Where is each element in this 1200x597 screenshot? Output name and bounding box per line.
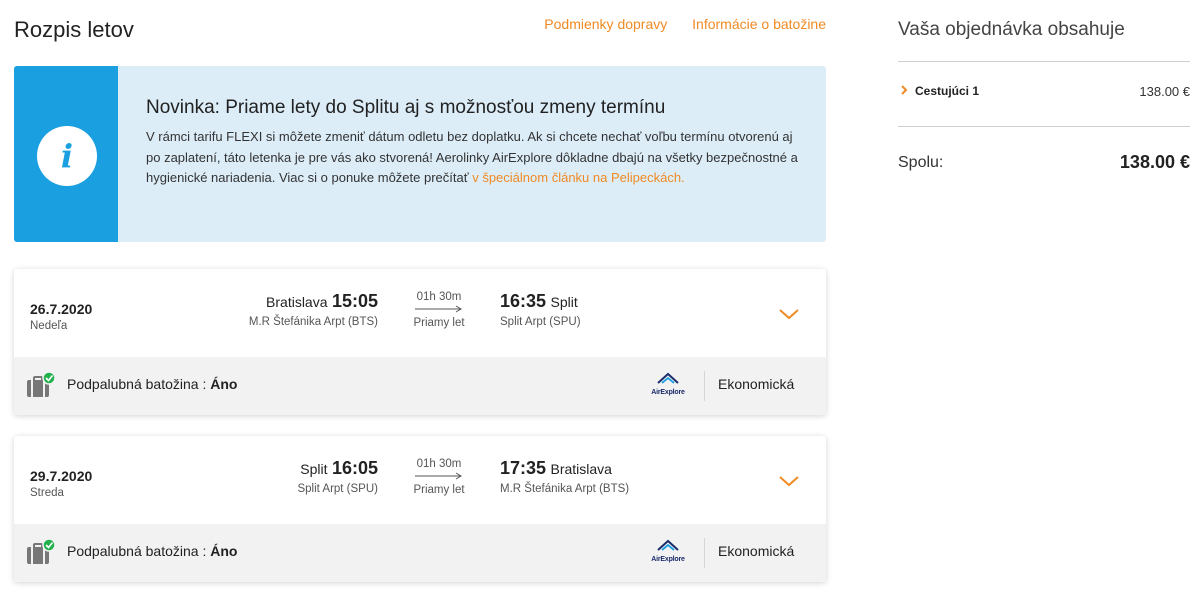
chevron-right-icon[interactable] <box>900 84 908 96</box>
departure-time: 15:05 <box>331 291 378 311</box>
flight-date: 29.7.2020 <box>30 468 93 484</box>
departure-time: 16:05 <box>331 458 378 478</box>
baggage-icon <box>27 538 56 564</box>
chevron-down-icon[interactable] <box>778 474 800 488</box>
info-icon: i <box>37 126 97 186</box>
baggage-value: Áno <box>210 376 238 392</box>
baggage-value: Áno <box>210 543 238 559</box>
flight-card: 29.7.2020 Streda Split 16:05 Split Arpt … <box>14 436 826 582</box>
flight-extras-row: Podpalubná batožina : Áno AirExplore Eko… <box>14 524 826 582</box>
arrival-airport: M.R Štefánika Arpt (BTS) <box>500 483 630 495</box>
arrival-time: 17:35 <box>500 458 547 478</box>
baggage-icon <box>27 371 56 397</box>
arrival: 16:35 Split Split Arpt (SPU) <box>500 291 581 328</box>
passenger-price: 138.00 € <box>1139 84 1190 99</box>
departure: Split 16:05 Split Arpt (SPU) <box>297 458 378 495</box>
airline-logo: AirExplore <box>646 538 690 563</box>
flight-duration: 01h 30m Priamy let <box>406 291 472 329</box>
flight-day: Nedeľa <box>30 320 68 332</box>
airline-logo-icon <box>657 539 679 551</box>
info-banner-title: Novinka: Priame lety do Splitu aj s možn… <box>146 97 666 118</box>
arrow-right-icon <box>415 472 462 480</box>
info-banner-sidebar: i <box>14 66 118 242</box>
divider <box>704 371 705 401</box>
flight-summary-row[interactable]: 29.7.2020 Streda Split 16:05 Split Arpt … <box>14 436 826 524</box>
flight-summary-row[interactable]: 26.7.2020 Nedeľa Bratislava 15:05 M.R Št… <box>14 269 826 357</box>
divider <box>704 538 705 568</box>
arrival-city: Bratislava <box>550 461 612 477</box>
arrival-city: Split <box>550 294 578 310</box>
flight-details-panel: Rozpis letov Podmienky dopravy Informáci… <box>14 0 826 582</box>
flight-extras-row: Podpalubná batožina : Áno AirExplore Eko… <box>14 357 826 415</box>
flight-day: Streda <box>30 487 64 499</box>
baggage-label: Podpalubná batožina : Áno <box>67 543 237 559</box>
departure-city: Split <box>300 461 328 477</box>
info-banner-body: Novinka: Priame lety do Splitu aj s možn… <box>146 97 806 189</box>
baggage-label-text: Podpalubná batožina : <box>67 543 211 559</box>
passenger-row[interactable]: Cestujúci 1 138.00 € <box>898 83 1190 101</box>
total-value: 138.00 € <box>1119 152 1190 172</box>
cabin-class: Ekonomická <box>718 376 795 392</box>
departure-city: Bratislava <box>266 294 328 310</box>
chevron-down-icon[interactable] <box>778 307 800 321</box>
arrival: 17:35 Bratislava M.R Štefánika Arpt (BTS… <box>500 458 629 495</box>
arrow-right-icon <box>415 305 462 313</box>
flight-header: Rozpis letov Podmienky dopravy Informáci… <box>14 0 826 62</box>
flight-card: 26.7.2020 Nedeľa Bratislava 15:05 M.R Št… <box>14 269 826 415</box>
cabin-class: Ekonomická <box>718 543 795 559</box>
arrival-time: 16:35 <box>500 291 547 311</box>
departure: Bratislava 15:05 M.R Štefánika Arpt (BTS… <box>249 291 378 328</box>
flight-type: Priamy let <box>413 317 465 329</box>
flight-type: Priamy let <box>413 484 465 496</box>
passenger-label: Cestujúci 1 <box>915 84 980 98</box>
departure-airport: Split Arpt (SPU) <box>297 483 378 495</box>
baggage-label: Podpalubná batožina : Áno <box>67 376 237 392</box>
airline-logo-text: AirExplore <box>651 389 685 396</box>
baggage-info-link[interactable]: Informácie o batožine <box>692 16 826 32</box>
flight-date: 26.7.2020 <box>30 301 93 317</box>
airline-logo-icon <box>657 372 679 384</box>
departure-airport: M.R Štefánika Arpt (BTS) <box>248 316 378 328</box>
flight-duration: 01h 30m Priamy let <box>406 458 472 496</box>
divider <box>898 126 1190 127</box>
transport-conditions-link[interactable]: Podmienky dopravy <box>544 16 667 32</box>
total-label: Spolu: <box>898 154 944 171</box>
divider <box>898 61 1190 62</box>
special-article-link[interactable]: v špeciálnom článku na Pelipeckách. <box>472 170 684 185</box>
info-banner-text: V rámci tarifu FLEXI si môžete zmeniť dá… <box>146 127 806 189</box>
airline-logo-text: AirExplore <box>651 556 685 563</box>
arrival-airport: Split Arpt (SPU) <box>500 316 581 328</box>
page-title: Rozpis letov <box>14 17 134 42</box>
header-links: Podmienky dopravy Informácie o batožine <box>523 16 826 32</box>
order-summary-title: Vaša objednávka obsahuje <box>898 19 1125 40</box>
duration-text: 01h 30m <box>416 291 462 303</box>
info-banner: i Novinka: Priame lety do Splitu aj s mo… <box>14 66 826 242</box>
airline-logo: AirExplore <box>646 371 690 396</box>
duration-text: 01h 30m <box>416 458 462 470</box>
baggage-label-text: Podpalubná batožina : <box>67 376 211 392</box>
